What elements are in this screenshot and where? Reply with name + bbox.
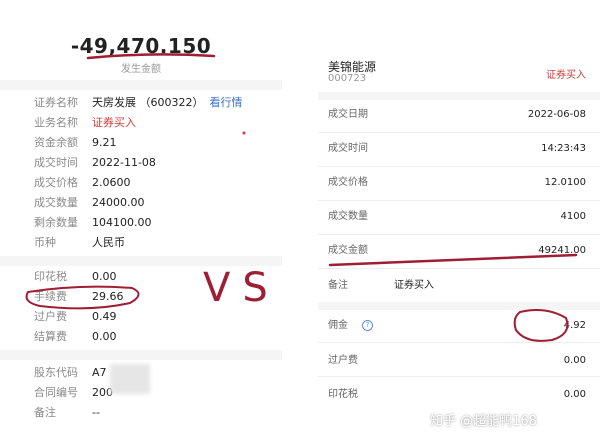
row-divider bbox=[318, 200, 600, 201]
watermark: 知乎 @超能鸭168 bbox=[430, 414, 537, 429]
commission-key: 佣金 bbox=[328, 320, 348, 331]
trade-row-key: 成交日期 bbox=[328, 109, 368, 120]
detail-value: 9.21 bbox=[92, 136, 117, 149]
remark-row: 备注 证券买入 bbox=[328, 279, 586, 293]
transfer-fee-value: 0.00 bbox=[563, 355, 586, 366]
detail-key: 成交价格 bbox=[34, 176, 78, 189]
trade-type: 证券买入 bbox=[546, 70, 586, 81]
detail-value: 2022-11-08 bbox=[92, 156, 156, 169]
trade-row-key: 成交时间 bbox=[328, 143, 368, 154]
detail-key: 合同编号 bbox=[34, 386, 78, 399]
row-divider bbox=[318, 268, 600, 269]
commission-row: 佣金? 4.92 bbox=[328, 319, 586, 333]
detail-key: 剩余数量 bbox=[34, 216, 78, 229]
row-divider bbox=[318, 376, 600, 377]
view-quote-link[interactable]: 看行情 bbox=[210, 96, 243, 109]
detail-key: 过户费 bbox=[34, 310, 67, 323]
detail-row: 证券名称 天房发展 （600322） 看行情 bbox=[34, 96, 243, 110]
section-divider bbox=[0, 350, 282, 360]
trade-row-key: 成交价格 bbox=[328, 177, 368, 188]
right-trade-detail-panel: 美锦能源 000723 证券买入 成交日期 2022-06-08 成交时间 14:23… bbox=[318, 0, 600, 443]
stock-code: 000723 bbox=[328, 73, 367, 84]
section-divider bbox=[0, 80, 282, 90]
redacted-blur bbox=[110, 364, 150, 394]
detail-row: 过户费 0.49 bbox=[34, 310, 117, 324]
detail-value: 104100.00 bbox=[92, 216, 152, 229]
section-divider bbox=[318, 302, 600, 310]
detail-key: 备注 bbox=[34, 406, 56, 419]
stamp-tax-value: 0.00 bbox=[563, 389, 586, 400]
trade-row-value: 14:23:43 bbox=[541, 143, 586, 154]
detail-row: 成交数量 24000.00 bbox=[34, 196, 145, 210]
help-icon[interactable]: ? bbox=[362, 319, 373, 331]
stamp-tax-key: 印花税 bbox=[328, 389, 358, 400]
detail-row: 合同编号 200 bbox=[34, 386, 113, 400]
detail-key: 业务名称 bbox=[34, 116, 78, 129]
detail-row: 成交时间 2022-11-08 bbox=[34, 156, 156, 170]
detail-value: 24000.00 bbox=[92, 196, 145, 209]
detail-row: 成交价格 2.0600 bbox=[34, 176, 131, 190]
detail-value: 0.00 bbox=[92, 330, 117, 343]
section-divider bbox=[318, 92, 600, 100]
row-divider bbox=[318, 342, 600, 343]
transfer-fee-row: 过户费 0.00 bbox=[328, 354, 586, 368]
detail-key: 资金余额 bbox=[34, 136, 78, 149]
transaction-amount-label: 发生金额 bbox=[121, 64, 161, 75]
trade-row-value: 12.0100 bbox=[544, 177, 586, 188]
row-divider bbox=[318, 166, 600, 167]
trade-row-value: 2022-06-08 bbox=[527, 109, 586, 120]
trade-row: 成交数量 4100 bbox=[328, 210, 586, 224]
detail-row: 业务名称 证券买入 bbox=[34, 116, 136, 130]
detail-value: 0.00 bbox=[92, 270, 117, 283]
remark-value: 证券买入 bbox=[394, 280, 434, 291]
detail-row: 备注 -- bbox=[34, 406, 100, 420]
detail-key: 币种 bbox=[34, 236, 56, 249]
vs-label: VS bbox=[203, 265, 280, 311]
detail-row: 手续费 29.66 bbox=[34, 290, 124, 304]
detail-key: 手续费 bbox=[34, 290, 67, 303]
row-divider bbox=[318, 234, 600, 235]
remark-key: 备注 bbox=[328, 280, 348, 291]
detail-key: 证券名称 bbox=[34, 96, 78, 109]
detail-key: 结算费 bbox=[34, 330, 67, 343]
detail-key: 成交数量 bbox=[34, 196, 78, 209]
trade-row-value: 49241.00 bbox=[538, 245, 586, 256]
commission-value: 4.92 bbox=[563, 320, 586, 331]
detail-row: 币种 人民币 bbox=[34, 236, 125, 250]
detail-value: 0.49 bbox=[92, 310, 117, 323]
detail-value: A7 bbox=[92, 366, 107, 379]
detail-value: -- bbox=[92, 406, 100, 419]
left-trade-detail-panel: -49,470.150 发生金额 证券名称 天房发展 （600322） 看行情业务名… bbox=[0, 0, 282, 443]
detail-key: 股东代码 bbox=[34, 366, 78, 379]
row-divider bbox=[318, 132, 600, 133]
detail-row: 资金余额 9.21 bbox=[34, 136, 117, 150]
trade-row-key: 成交数量 bbox=[328, 211, 368, 222]
stamp-tax-row: 印花税 0.00 bbox=[328, 388, 586, 402]
transfer-fee-key: 过户费 bbox=[328, 355, 358, 366]
detail-row: 结算费 0.00 bbox=[34, 330, 117, 344]
detail-row: 股东代码 A7 bbox=[34, 366, 107, 380]
detail-value: 人民币 bbox=[92, 236, 125, 249]
detail-key: 成交时间 bbox=[34, 156, 78, 169]
trade-row: 成交金额 49241.00 bbox=[328, 244, 586, 258]
transaction-amount: -49,470.150 bbox=[70, 34, 212, 58]
detail-key: 印花税 bbox=[34, 270, 67, 283]
detail-value: 29.66 bbox=[92, 290, 124, 303]
trade-row: 成交日期 2022-06-08 bbox=[328, 108, 586, 122]
trade-row: 成交价格 12.0100 bbox=[328, 176, 586, 190]
trade-row: 成交时间 14:23:43 bbox=[328, 142, 586, 156]
detail-value: 2.0600 bbox=[92, 176, 131, 189]
detail-value: 天房发展 （600322） bbox=[92, 96, 204, 109]
detail-value: 证券买入 bbox=[92, 116, 136, 129]
trade-row-value: 4100 bbox=[560, 211, 586, 222]
detail-row: 印花税 0.00 bbox=[34, 270, 117, 284]
detail-row: 剩余数量 104100.00 bbox=[34, 216, 152, 230]
trade-row-key: 成交金额 bbox=[328, 245, 368, 256]
